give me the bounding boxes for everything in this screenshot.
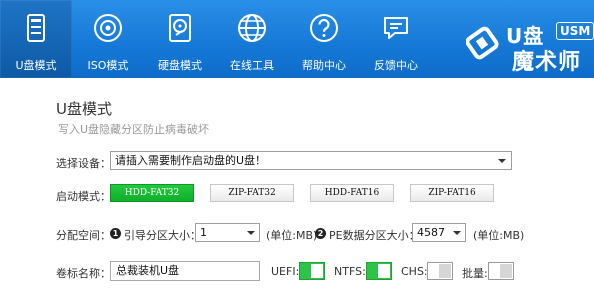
boot-partition-label: 引导分区大小： — [124, 229, 201, 242]
usb-drive-icon — [27, 14, 45, 42]
nav-tab-label: 在线工具 — [230, 59, 274, 72]
globe-icon — [238, 14, 266, 42]
nav-tab-iso-mode[interactable]: ISO模式 — [72, 0, 144, 78]
volume-name-input[interactable]: 总裁装机U盘 — [110, 261, 260, 281]
chevron-down-icon — [498, 159, 506, 163]
toggle-knob — [439, 264, 451, 278]
boot-partition-unit: (单位:MB) — [266, 229, 318, 242]
chevron-down-icon — [453, 231, 461, 235]
boot-partition-size-select[interactable]: 1 — [195, 223, 260, 242]
ntfs-toggle[interactable] — [366, 262, 392, 280]
nav-tab-label: 帮助中心 — [302, 59, 346, 72]
boot-mode-hdd-fat16-button[interactable]: HDD-FAT16 — [310, 184, 394, 202]
brand-logo: U盘 USM 魔术师 — [466, 12, 594, 75]
nav-tab-usb-mode[interactable]: U盘模式 — [0, 0, 72, 78]
hard-disk-icon — [169, 14, 191, 42]
toggle-knob — [378, 264, 390, 278]
pe-partition-size-value: 4587 — [417, 226, 445, 239]
step-number-badge: 2 — [315, 228, 326, 239]
ntfs-label: NTFS: — [334, 265, 366, 278]
nav-tab-help-center[interactable]: 帮助中心 — [288, 0, 360, 78]
pe-partition-size-select[interactable]: 4587 — [412, 223, 466, 242]
volume-label: 卷标名称： — [56, 267, 111, 280]
pe-partition-unit: (单位:MB) — [473, 229, 525, 242]
batch-toggle[interactable] — [488, 262, 514, 280]
step-number-badge: 1 — [110, 228, 121, 239]
chs-label: CHS: — [401, 265, 428, 278]
boot-mode-label: 启动模式： — [56, 190, 111, 203]
help-icon — [310, 14, 338, 42]
device-select-value: 请插入需要制作启动盘的U盘！ — [115, 154, 267, 167]
boot-mode-hdd-fat32-button[interactable]: HDD-FAT32 — [110, 184, 194, 202]
logo-mark-icon — [466, 26, 499, 60]
nav-tab-online-tools[interactable]: 在线工具 — [216, 0, 288, 78]
toggle-knob — [311, 264, 323, 278]
boot-mode-zip-fat32-button[interactable]: ZIP-FAT32 — [210, 184, 294, 202]
top-toolbar: U盘模式 ISO模式 硬盘模式 在线工具 帮助中心 反馈中心 U盘 USM 魔术… — [0, 0, 594, 78]
chs-toggle[interactable] — [427, 262, 453, 280]
disc-icon — [94, 14, 122, 42]
uefi-toggle[interactable] — [299, 262, 325, 280]
batch-label: 批量: — [462, 267, 488, 280]
nav-tab-label: U盘模式 — [15, 59, 57, 72]
chevron-down-icon — [247, 231, 255, 235]
boot-partition-size-value: 1 — [200, 226, 207, 239]
nav-tab-feedback-center[interactable]: 反馈中心 — [360, 0, 432, 78]
logo-text-bottom: 魔术师 — [512, 50, 582, 75]
main-nav: U盘模式 ISO模式 硬盘模式 在线工具 帮助中心 反馈中心 — [0, 0, 432, 78]
nav-tab-label: 反馈中心 — [374, 59, 418, 72]
space-label: 分配空间： — [56, 229, 111, 242]
toggle-knob — [500, 264, 512, 278]
nav-tab-label: ISO模式 — [87, 59, 129, 72]
boot-mode-zip-fat16-button[interactable]: ZIP-FAT16 — [410, 184, 494, 202]
uefi-label: UEFI: — [271, 265, 300, 278]
logo-badge: USM — [556, 22, 594, 40]
pe-partition-label: PE数据分区大小： — [329, 229, 420, 242]
page-title: U盘模式 — [56, 100, 112, 118]
page-subtitle: 写入U盘隐藏分区防止病毒破坏 — [58, 123, 210, 136]
chat-bubble-icon — [384, 17, 408, 39]
device-select[interactable]: 请插入需要制作启动盘的U盘！ — [110, 151, 512, 170]
nav-tab-label: 硬盘模式 — [158, 59, 202, 72]
device-label: 选择设备： — [56, 157, 111, 170]
nav-tab-hdd-mode[interactable]: 硬盘模式 — [144, 0, 216, 78]
